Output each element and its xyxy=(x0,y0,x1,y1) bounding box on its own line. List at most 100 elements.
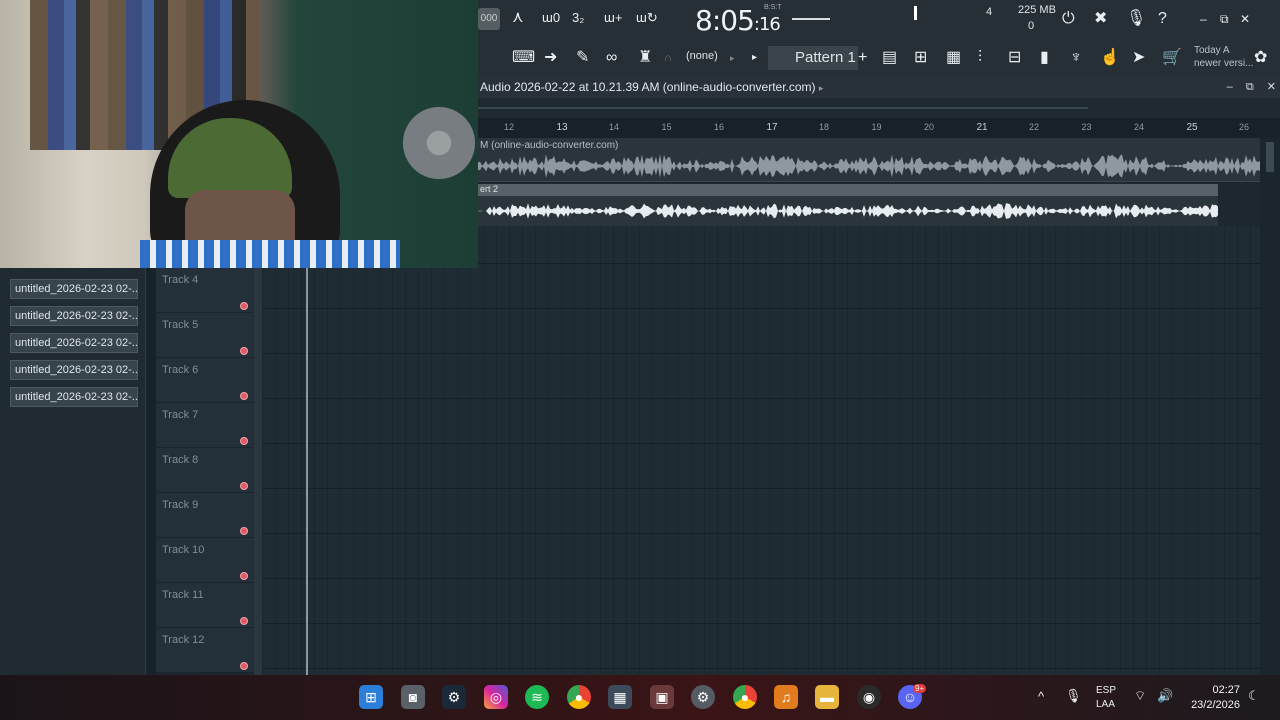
record-arm-icon[interactable] xyxy=(240,662,248,670)
record-arm-icon[interactable] xyxy=(240,527,248,535)
pattern-prev-icon[interactable]: ▸ xyxy=(752,48,757,68)
mixer-icon[interactable]: ⫶ xyxy=(978,48,982,68)
add-pattern-icon[interactable]: + xyxy=(858,48,867,68)
send-icon[interactable]: ➤ xyxy=(1132,48,1145,68)
record-arm-icon[interactable] xyxy=(240,572,248,580)
audio-clip-1[interactable]: M (online-audio-converter.com) xyxy=(478,138,1268,182)
record-arm-icon[interactable] xyxy=(240,347,248,355)
horizontal-scrollbar[interactable] xyxy=(478,98,1280,118)
refresh-icon[interactable]: ⏻ xyxy=(1062,9,1075,29)
playlist-grid[interactable] xyxy=(262,226,1260,675)
fl-logo-icon[interactable]: ✿ xyxy=(1254,48,1267,68)
track-name: Track 10 xyxy=(162,544,205,556)
waveform xyxy=(478,203,1218,219)
playhead-line xyxy=(306,268,308,675)
pattern-item[interactable]: untitled_2026-02-23 02-... xyxy=(10,360,138,380)
microphone-icon[interactable]: 🎙 xyxy=(1065,688,1082,704)
pattern-item[interactable]: untitled_2026-02-23 02-... xyxy=(10,387,138,407)
audio-clip-2[interactable]: ert 2 xyxy=(478,184,1218,226)
main-toolbar: 000 ⋏ ɯ0 3₂ ɯ+ ɯ↻ 8:05:16 B:S:T 4 225 MB… xyxy=(478,0,1280,78)
track-header[interactable]: Track 9 xyxy=(156,493,254,538)
track-header[interactable]: Track 6 xyxy=(156,358,254,403)
touch-icon[interactable]: ☝ xyxy=(1100,48,1120,68)
piano-keyboard-icon[interactable]: ⌨ xyxy=(512,48,535,68)
clipboard-icon[interactable]: ▮ xyxy=(1040,48,1049,68)
minimize-icon[interactable]: – xyxy=(1227,81,1233,93)
chrome-icon[interactable]: ● xyxy=(567,685,591,709)
arrow-right-icon[interactable]: ➜ xyxy=(544,48,557,68)
link-icon[interactable]: ∞ xyxy=(606,48,617,68)
track-header[interactable]: Track 7 xyxy=(156,403,254,448)
notification-icon[interactable]: ☾ xyxy=(1248,688,1260,704)
vertical-scrollbar[interactable] xyxy=(1260,138,1280,675)
close-icon[interactable]: ✕ xyxy=(1240,9,1250,29)
playlist-icon[interactable]: ▤ xyxy=(882,48,897,68)
start-icon[interactable]: ⊞ xyxy=(359,685,383,709)
track-name: Track 7 xyxy=(162,409,199,421)
scroll-thumb[interactable] xyxy=(478,107,1088,109)
track-header[interactable]: Track 5 xyxy=(156,313,254,358)
step-edit-icon[interactable]: ɯ+ xyxy=(604,8,622,28)
chevron-up-icon[interactable]: ^ xyxy=(1038,689,1044,704)
language-indicator[interactable]: ESP LAA xyxy=(1096,684,1116,712)
magnet-icon[interactable]: ∩ xyxy=(664,48,672,68)
ruler-bar-number: 22 xyxy=(1029,122,1040,132)
minimize-icon[interactable]: – xyxy=(1200,9,1207,29)
pattern-item[interactable]: untitled_2026-02-23 02-... xyxy=(10,306,138,326)
ruler-bar-number: 18 xyxy=(819,122,830,132)
timeline-ruler[interactable]: 12 13 14 15 16 17 18 19 20 21 22 23 24 25 26 xyxy=(478,118,1280,138)
record-arm-icon[interactable] xyxy=(240,482,248,490)
file-explorer-icon[interactable]: ▬ xyxy=(815,685,839,709)
pattern-item[interactable]: untitled_2026-02-23 02-... xyxy=(10,333,138,353)
snap-arrow-icon[interactable]: ▸ xyxy=(730,48,735,68)
spotify-icon[interactable]: ≋ xyxy=(525,685,549,709)
fan-image xyxy=(400,98,478,188)
store-icon[interactable]: ▦ xyxy=(608,685,632,709)
instagram-icon[interactable]: ◎ xyxy=(484,685,508,709)
cart-icon[interactable]: 🛒 xyxy=(1162,48,1182,68)
restore-icon[interactable]: ⧉ xyxy=(1246,81,1254,93)
piano-roll-icon[interactable]: ⊞ xyxy=(914,48,927,68)
track-header[interactable]: Track 10 xyxy=(156,538,254,583)
record-arm-icon[interactable] xyxy=(240,392,248,400)
pencil-icon[interactable]: ✎ xyxy=(576,48,589,68)
microphone-icon[interactable]: 🎙 xyxy=(1126,9,1146,29)
pattern-item[interactable]: untitled_2026-02-23 02-... xyxy=(10,279,138,299)
camera-icon[interactable]: ◙ xyxy=(401,685,425,709)
wifi-icon[interactable]: ⌔ xyxy=(1134,688,1146,704)
channel-rack-icon[interactable]: ▦ xyxy=(946,48,961,68)
countdown-icon[interactable]: 3₂ xyxy=(572,8,584,28)
snap-selector[interactable]: (none) xyxy=(686,50,718,62)
obs-icon[interactable]: ◉ xyxy=(857,685,881,709)
memory-readout: 225 MB xyxy=(1018,4,1056,16)
stamp-icon[interactable]: ♜ xyxy=(638,48,652,68)
track-name: Track 9 xyxy=(162,499,199,511)
volume-icon[interactable]: 🔊 xyxy=(1157,688,1173,704)
track-header[interactable]: Track 11 xyxy=(156,583,254,628)
record-arm-icon[interactable] xyxy=(240,437,248,445)
system-clock[interactable]: 02:27 23/2/2026 xyxy=(1191,683,1240,713)
settings-icon[interactable]: ⚙ xyxy=(691,685,715,709)
wait-for-input-icon[interactable]: ɯ0 xyxy=(542,8,560,28)
tools-icon[interactable]: ✖ xyxy=(1094,9,1107,29)
browser-icon[interactable]: ⊟ xyxy=(1008,48,1021,68)
game-icon[interactable]: ▣ xyxy=(650,685,674,709)
loop-record-icon[interactable]: ɯ↻ xyxy=(636,8,658,28)
track-header[interactable]: Track 12 xyxy=(156,628,254,673)
panel-divider xyxy=(146,268,156,675)
scroll-thumb[interactable] xyxy=(1266,142,1274,172)
plugin-icon[interactable]: ♆ xyxy=(1070,48,1082,68)
chrome-icon[interactable]: ● xyxy=(733,685,757,709)
record-arm-icon[interactable] xyxy=(240,617,248,625)
help-icon[interactable]: ? xyxy=(1158,9,1167,29)
fl-studio-icon[interactable]: ♫ xyxy=(774,685,798,709)
update-notice[interactable]: Today A newer versi... xyxy=(1194,44,1253,70)
track-header[interactable]: Track 4 xyxy=(156,268,254,313)
restore-icon[interactable]: ⧉ xyxy=(1220,9,1229,29)
close-icon[interactable]: ✕ xyxy=(1267,81,1276,93)
pattern-selector[interactable]: Pattern 1 xyxy=(768,46,858,70)
track-header[interactable]: Track 8 xyxy=(156,448,254,493)
metronome-icon[interactable]: ⋏ xyxy=(512,8,524,28)
steam-icon[interactable]: ⚙ xyxy=(442,685,466,709)
record-arm-icon[interactable] xyxy=(240,302,248,310)
